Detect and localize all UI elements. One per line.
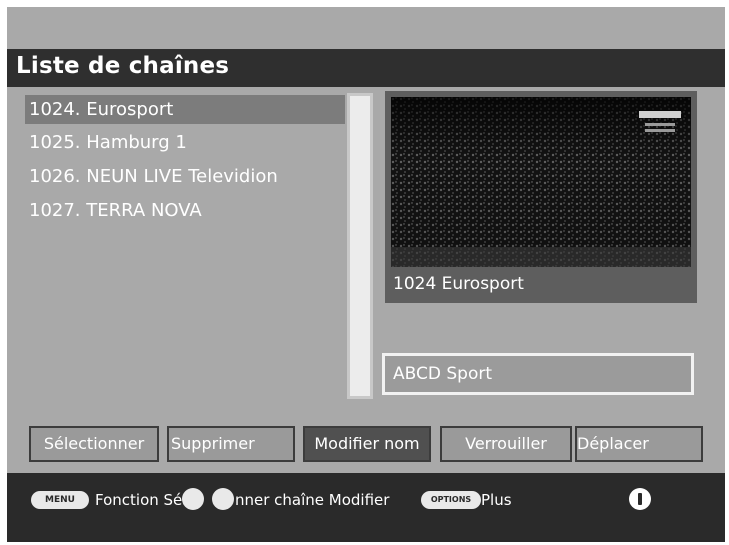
tv-screen: Liste de chaînes 1024. Eurosport 1025. H… [7,7,725,542]
channel-label: 1027. TERRA NOVA [29,200,202,221]
channel-row[interactable]: 1025. Hamburg 1 [25,128,345,157]
options-key-icon: OPTIONS [421,491,481,509]
arrow-down-key-icon [212,488,234,510]
delete-button[interactable]: Supprimer [167,426,295,462]
channel-list: 1024. Eurosport 1025. Hamburg 1 1026. NE… [25,95,345,395]
channel-row[interactable]: 1024. Eurosport [25,95,345,124]
title-bar: Liste de chaînes [7,49,725,87]
info-icon [629,488,651,510]
arrow-up-key-icon [182,488,204,510]
rename-button[interactable]: Modifier nom [303,426,431,462]
channel-label: 1025. Hamburg 1 [29,132,187,153]
channel-row[interactable]: 1027. TERRA NOVA [25,196,345,225]
footer-hint-bar: MENU Fonction Séle nner chaîne Modifier … [7,473,725,542]
channel-name-input[interactable]: ABCD Sport [382,353,694,395]
hint-more: Plus [481,491,512,509]
select-button[interactable]: Sélectionner [29,426,159,462]
scrollbar-thumb[interactable] [350,96,370,396]
move-button[interactable]: Déplacer [575,426,703,462]
channel-label: 1024. Eurosport [29,99,174,120]
crowd-image-icon [391,97,691,267]
hint-function: Fonction Séle [95,491,196,509]
tv-preview-video [391,97,691,267]
lock-button[interactable]: Verrouiller [440,426,572,462]
preview-caption: 1024 Eurosport [393,274,524,294]
channel-row[interactable]: 1026. NEUN LIVE Televidion [25,162,345,191]
menu-key-icon: MENU [31,491,89,509]
list-scrollbar[interactable] [347,93,373,399]
page-title: Liste de chaînes [16,53,230,79]
channel-preview: 1024 Eurosport [385,91,697,303]
hint-select-channel: nner chaîne Modifier [235,491,390,509]
channel-label: 1026. NEUN LIVE Televidion [29,166,278,187]
